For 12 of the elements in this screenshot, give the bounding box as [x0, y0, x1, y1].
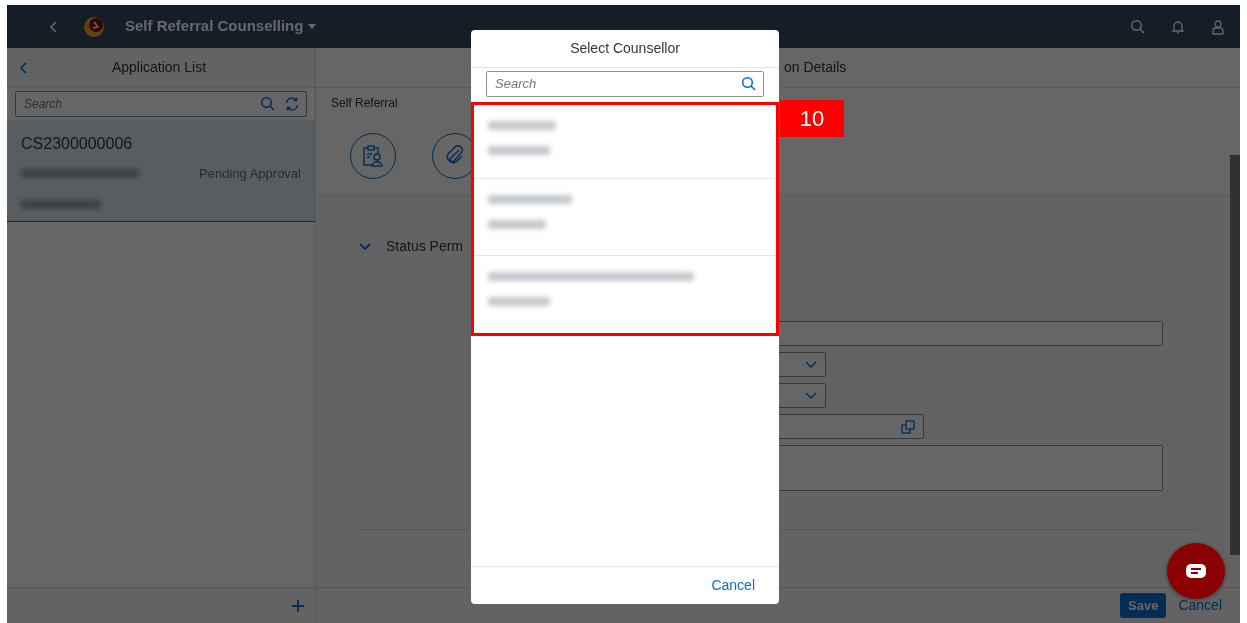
dialog-title: Select Counsellor [471, 30, 779, 68]
save-button[interactable]: Save [1120, 592, 1167, 619]
section-header[interactable]: Status Perm [358, 236, 1198, 257]
application-id: CS2300000006 [21, 134, 134, 154]
search-field[interactable]: Search [486, 71, 764, 97]
cancel-button[interactable]: Cancel [709, 577, 757, 594]
app-title[interactable]: Self Referral Counselling [125, 15, 304, 38]
cancel-button[interactable]: Cancel [1176, 597, 1224, 614]
page-title: on Details [784, 58, 847, 77]
list-title: Application List [110, 58, 208, 77]
breadcrumb-link[interactable]: Self Referral [331, 96, 398, 110]
step-badge: 10 [780, 100, 844, 137]
